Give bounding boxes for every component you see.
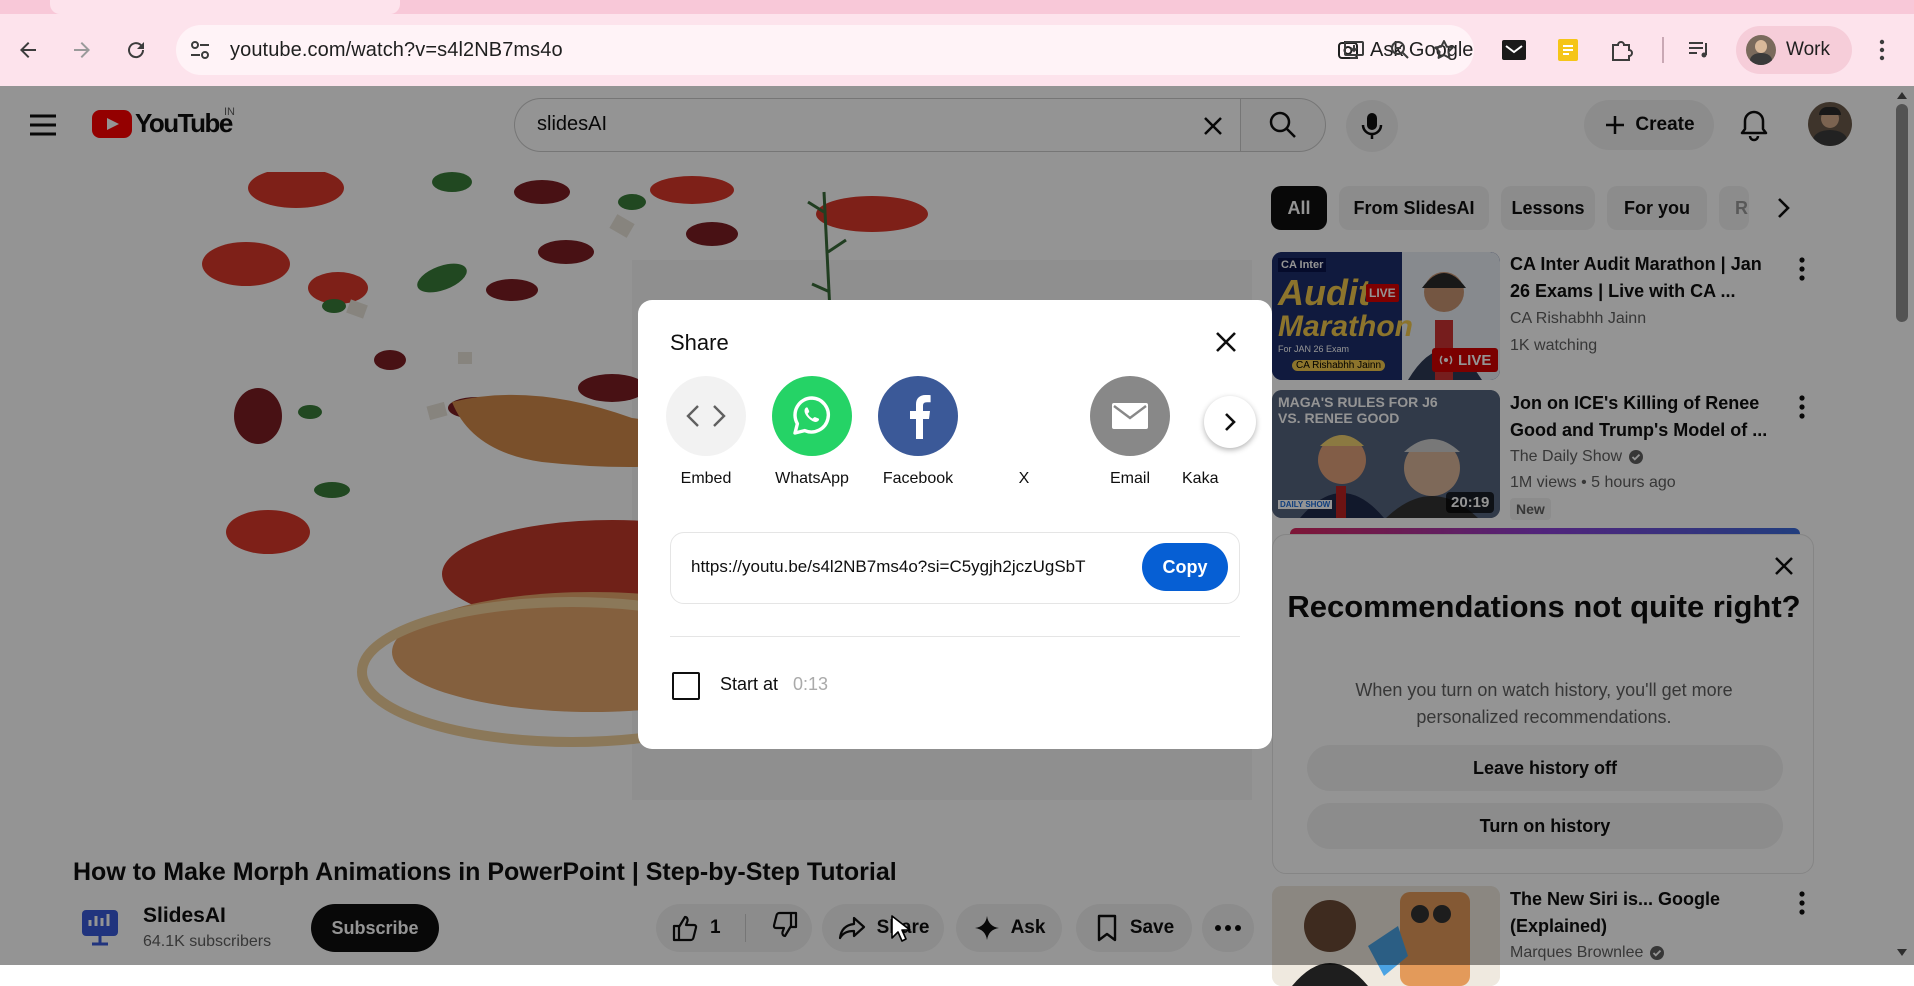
install-app-icon[interactable] — [1342, 38, 1366, 62]
facebook-circle — [878, 376, 958, 456]
bookmark-star-icon[interactable] — [1432, 38, 1456, 62]
whatsapp-icon — [793, 396, 831, 435]
embed-code-icon — [686, 405, 726, 427]
media-controls-icon[interactable] — [1686, 37, 1712, 63]
email-label: Email — [1109, 470, 1150, 487]
x-circle — [984, 376, 1064, 456]
browser-menu-button[interactable] — [1872, 36, 1892, 64]
x-label: X — [1018, 470, 1030, 487]
embed-label: Embed — [680, 470, 732, 487]
start-at-time-input[interactable]: 0:13 — [793, 674, 828, 695]
share-target-embed[interactable]: Embed — [661, 376, 751, 488]
site-settings-icon[interactable] — [188, 38, 212, 62]
close-icon — [1216, 332, 1236, 352]
extension-mail-icon[interactable] — [1501, 37, 1527, 63]
share-divider — [670, 636, 1240, 637]
reload-icon — [128, 42, 145, 59]
start-at-checkbox[interactable] — [672, 672, 700, 700]
share-close-button[interactable] — [1206, 322, 1246, 362]
mouse-cursor-icon — [891, 915, 911, 942]
extensions-puzzle-icon[interactable] — [1609, 37, 1635, 63]
extension-notes-icon[interactable] — [1555, 37, 1581, 63]
arrow-right-icon — [74, 42, 90, 58]
ask-google-label: Ask Google — [1370, 38, 1474, 61]
share-target-x[interactable]: X — [979, 376, 1069, 488]
forward-button[interactable] — [60, 28, 104, 72]
copy-link-button[interactable]: Copy — [1142, 543, 1228, 591]
kakao-label: Kaka — [1182, 470, 1219, 487]
back-button[interactable] — [6, 28, 50, 72]
active-tab[interactable] — [50, 0, 400, 14]
share-dialog-title: Share — [670, 330, 729, 355]
more-vert-icon — [1879, 39, 1885, 61]
profile-chip[interactable]: Work — [1736, 26, 1852, 74]
address-bar[interactable]: youtube.com/watch?v=s4l2NB7ms4o Ask Goog… — [176, 25, 1474, 75]
facebook-label: Facebook — [882, 470, 954, 487]
whatsapp-circle — [772, 376, 852, 456]
email-icon — [1112, 403, 1148, 429]
whatsapp-label: WhatsApp — [775, 470, 849, 487]
profile-label: Work — [1786, 39, 1830, 60]
browser-chrome: youtube.com/watch?v=s4l2NB7ms4o Ask Goog… — [0, 0, 1914, 86]
share-target-email[interactable]: Email — [1085, 376, 1175, 488]
url-text[interactable]: youtube.com/watch?v=s4l2NB7ms4o — [230, 39, 563, 62]
share-target-facebook[interactable]: Facebook — [873, 376, 963, 488]
tab-strip — [0, 0, 1914, 14]
chevron-right-icon — [1225, 413, 1236, 431]
reload-button[interactable] — [114, 28, 158, 72]
facebook-icon — [910, 395, 931, 439]
zoom-icon[interactable] — [1388, 38, 1412, 62]
share-targets-next-button[interactable] — [1204, 396, 1256, 448]
embed-circle — [666, 376, 746, 456]
email-circle — [1090, 376, 1170, 456]
profile-avatar — [1746, 35, 1776, 65]
share-dialog: Share Embed WhatsApp Facebook X Email Ka… — [638, 300, 1272, 749]
share-target-whatsapp[interactable]: WhatsApp — [767, 376, 857, 488]
share-link-url[interactable]: https://youtu.be/s4l2NB7ms4o?si=C5ygjh2j… — [691, 557, 1131, 577]
toolbar-divider — [1662, 37, 1664, 63]
start-at-label: Start at — [720, 674, 779, 694]
arrow-left-icon — [20, 42, 36, 58]
